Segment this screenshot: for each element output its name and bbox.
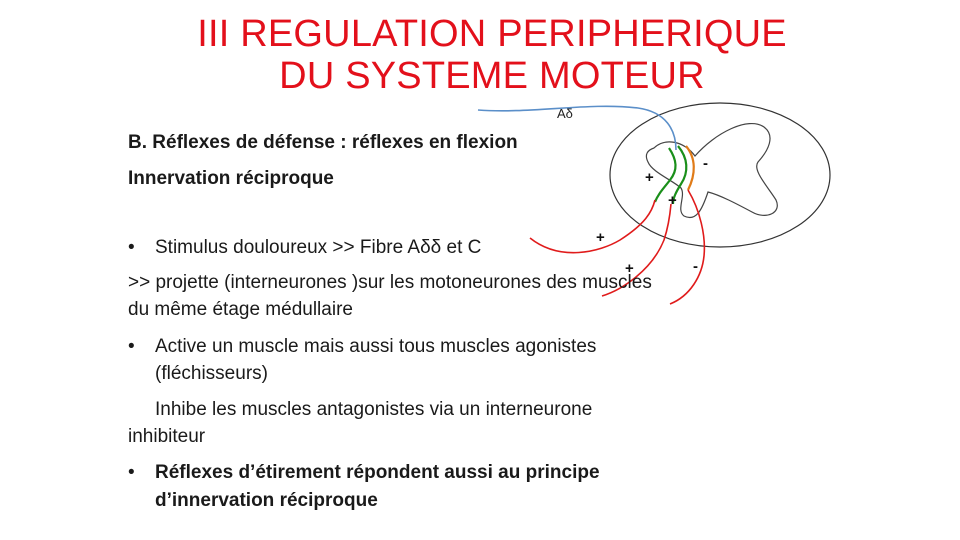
section-heading: B. Réflexes de défense : réflexes en fle…: [128, 132, 518, 153]
bullet-marker: •: [128, 237, 135, 258]
grey-matter: [645, 122, 778, 219]
bullet-text-2b: (fléchisseurs): [155, 363, 268, 384]
text-line-3a: Inhibe les muscles antagonistes via un i…: [155, 399, 593, 420]
plus-sign-1: +: [645, 169, 654, 186]
bullet-text-2a: Active un muscle mais aussi tous muscles…: [155, 336, 597, 357]
motor-output-1: [529, 199, 656, 254]
bullet-marker: •: [128, 336, 135, 357]
bullet-text-3b: d’innervation réciproque: [155, 490, 378, 511]
minus-sign-1: -: [703, 155, 708, 172]
spinal-cord-outline: [609, 102, 831, 248]
plus-sign-2: +: [668, 192, 677, 209]
bullet-text-1: Stimulus douloureux >> Fibre Aδδ et C: [155, 237, 482, 258]
fiber-label-a-delta: Aδ: [557, 106, 573, 121]
subsection-heading: Innervation réciproque: [128, 168, 334, 189]
text-line-2b: du même étage médullaire: [128, 299, 353, 320]
text-line-2a: >> projette (interneurones )sur les moto…: [128, 272, 652, 293]
bullet-marker: •: [128, 462, 135, 483]
bullet-text-3a: Réflexes d’étirement répondent aussi au …: [155, 462, 600, 483]
text-line-3b: inhibiteur: [128, 426, 206, 447]
plus-sign-3: +: [596, 229, 605, 246]
minus-sign-2: -: [693, 258, 698, 275]
